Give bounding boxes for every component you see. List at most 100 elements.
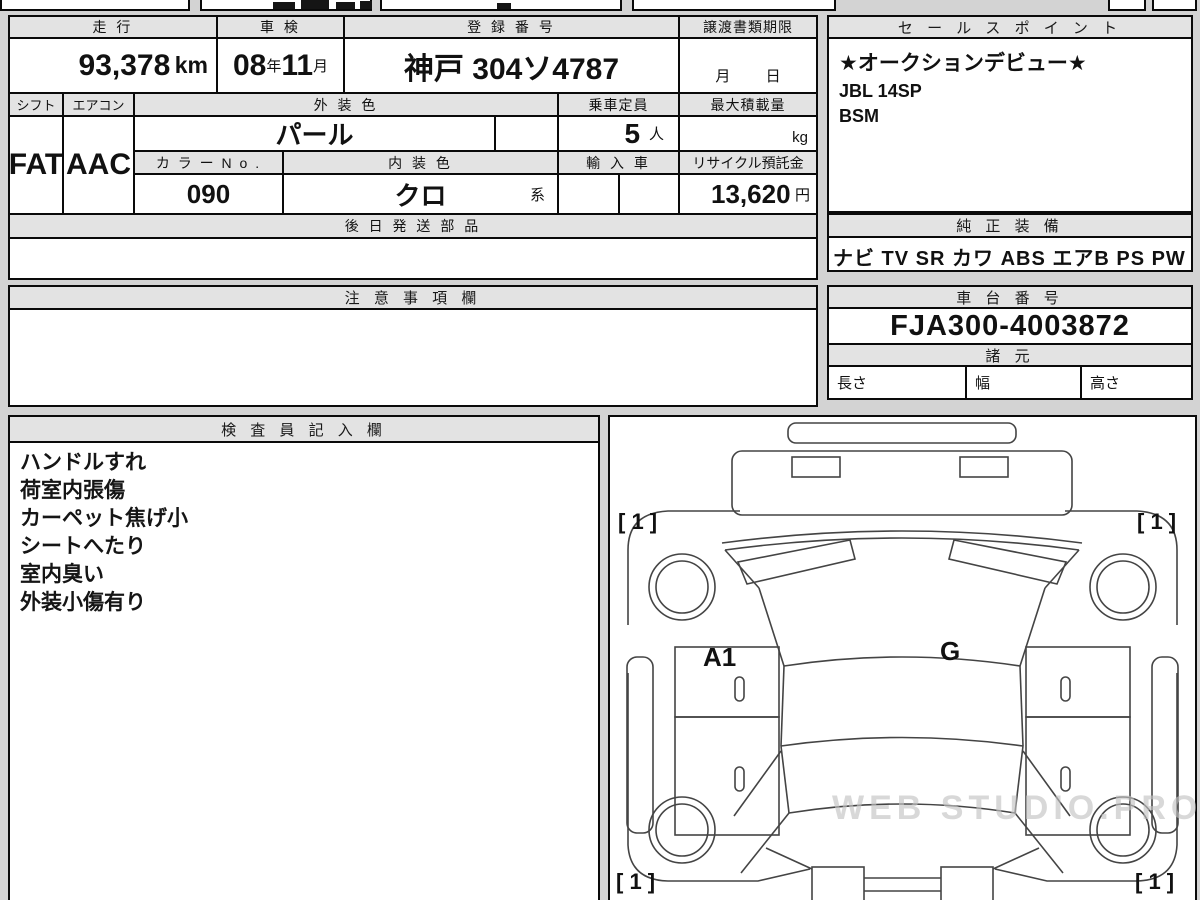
later-parts-header: 後 日 発 送 部 品 [10,215,816,239]
clipped-text-fragment [497,3,511,9]
shift-header: シフト [10,94,64,117]
transfer-label: 譲渡書類期限 [703,19,793,35]
panel-label-a1: A1 [703,642,736,672]
corner-mark-front-left: [ 1 ] [618,509,657,534]
capacity-value: 5 [624,117,641,149]
mileage-label: 走 行 [92,19,134,35]
vehicle-data-table: 走 行 車 検 登 録 番 号 譲渡書類期限 93,378 km 08 年 11 月 … [8,15,818,280]
door-handle [734,676,745,702]
door-handle [1060,766,1071,792]
import-label: 輸 入 車 [586,154,651,171]
import-value-cell-1 [559,175,620,215]
corner-mark-rear-left: [ 1 ] [616,869,655,894]
door-handle [1060,676,1071,702]
shift-label: シフト [16,98,56,113]
wheel-front-left [648,553,716,621]
inspection-header: 車 検 [218,17,345,39]
aircon-value: AAC [66,148,131,181]
inspector-note: 室内臭い [20,563,104,586]
capacity-unit: 人 [648,126,664,143]
corner-mark-front-right: [ 1 ] [1137,509,1176,534]
color-no-value-cell: 090 [135,175,284,215]
inspector-header: 検 査 員 記 入 欄 [10,417,598,443]
inspection-label: 車 検 [260,19,301,35]
inspector-title: 検 査 員 記 入 欄 [221,421,387,439]
inspection-value-cell: 08 年 11 月 [218,39,345,94]
front-plate-bar [787,422,1017,444]
specs-title: 諸 元 [985,347,1035,365]
auction-sheet: 走 行 車 検 登 録 番 号 譲渡書類期限 93,378 km 08 年 11 月 … [0,0,1200,900]
sales-point-box: セ ー ル ス ポ イ ン ト ★オークションデビュー★ JBL 14SP BS… [827,15,1193,213]
later-parts-label: 後 日 発 送 部 品 [344,218,482,234]
inspection-month-suffix: 月 [313,58,329,75]
equipment-value: ナビ TV SR カワ ABS エアB PS PW [833,248,1186,270]
watermark: WEB STUDIO.PRO [832,789,1200,827]
cropped-top-row-cell [0,0,190,11]
mileage-unit: km [174,52,208,78]
inspector-note: ハンドルすれ [20,451,146,474]
inspection-year-suffix: 年 [266,58,282,75]
specs-header: 諸 元 [829,345,1191,367]
spec-length-label: 長さ [837,375,868,392]
sales-point-body: ★オークションデビュー★ JBL 14SP BSM [829,39,1191,129]
sales-point-title: セ ー ル ス ポ イ ン ト [897,19,1123,37]
exterior-color-extra-cell [496,117,559,152]
chassis-value: FJA300-4003872 [829,309,1191,345]
inspector-body: ハンドルすれ 荷室内張傷 カーペット焦げ小 シートへたり 室内臭い 外装小傷有り [10,443,598,617]
caution-box: 注 意 事 項 欄 [8,285,818,407]
sill-left [626,656,654,834]
transfer-doc-header: 譲渡書類期限 [680,17,816,39]
max-load-header: 最大積載量 [680,94,816,117]
mileage-value-cell: 93,378 km [10,39,218,94]
recycle-value: 13,620 [711,178,791,209]
exterior-color-label: 外 装 色 [313,96,379,113]
exterior-color-value-cell: パール [135,117,496,152]
wheel-rear-left [648,796,716,864]
cropped-top-row-cell [632,0,836,11]
interior-color-value: クロ [394,180,447,211]
equipment-title: 純 正 装 備 [956,218,1064,235]
car-diagram-box: [ 1 ] [ 1 ] [ 1 ] [ 1 ] A1 G WEB STUDIO.… [608,415,1197,900]
color-no-label: カ ラ ー N o . [155,154,262,171]
inspector-notes-box: 検 査 員 記 入 欄 ハンドルすれ 荷室内張傷 カーペット焦げ小 シートへたり… [8,415,600,900]
import-value-cell-2 [620,175,680,215]
interior-color-suffix: 系 [529,187,545,204]
registration-label: 登 録 番 号 [467,19,556,35]
color-no-value: 090 [186,178,231,209]
spec-height-cell: 高さ [1082,367,1191,398]
caution-header: 注 意 事 項 欄 [10,287,816,310]
recycle-header: リサイクル預託金 [680,152,816,175]
door-handle [734,766,745,792]
recycle-label: リサイクル預託金 [692,154,804,171]
sales-point-line: BSM [839,106,879,126]
chassis-title: 車 台 番 号 [956,289,1064,307]
recycle-value-cell: 13,620 円 [680,175,816,215]
mileage-value: 93,378 [78,48,171,82]
registration-value: 神戸 304ソ4787 [403,52,620,86]
exterior-color-header: 外 装 色 [135,94,559,117]
front-lamp-right [959,456,1009,478]
max-load-value-cell: kg [680,117,816,152]
registration-value-cell: 神戸 304ソ4787 [345,39,680,94]
tail-lamp-left [811,866,865,900]
caution-title: 注 意 事 項 欄 [344,290,482,307]
spec-width-cell: 幅 [967,367,1082,398]
specs-row: 長さ 幅 高さ [829,367,1191,398]
interior-color-header: 内 装 色 [284,152,559,175]
shift-value-cell: FAT [10,117,64,215]
spec-height-label: 高さ [1090,375,1121,392]
aircon-label: エアコン [72,98,125,113]
interior-color-label: 内 装 色 [388,154,453,171]
panel-label-g: G [940,636,960,666]
max-load-unit: kg [792,129,808,146]
spec-length-cell: 長さ [829,367,967,398]
clipped-text-fragment [360,1,372,9]
front-bumper [731,450,1073,516]
wheel-front-right [1089,553,1157,621]
transfer-month-label: 月 [715,68,731,85]
inspector-note: 外装小傷有り [20,591,146,614]
equipment-box: 純 正 装 備 ナビ TV SR カワ ABS エアB PS PW [827,213,1193,272]
recycle-unit: 円 [794,186,810,204]
cropped-top-row-cell [1108,0,1146,11]
chassis-header: 車 台 番 号 [829,287,1191,309]
